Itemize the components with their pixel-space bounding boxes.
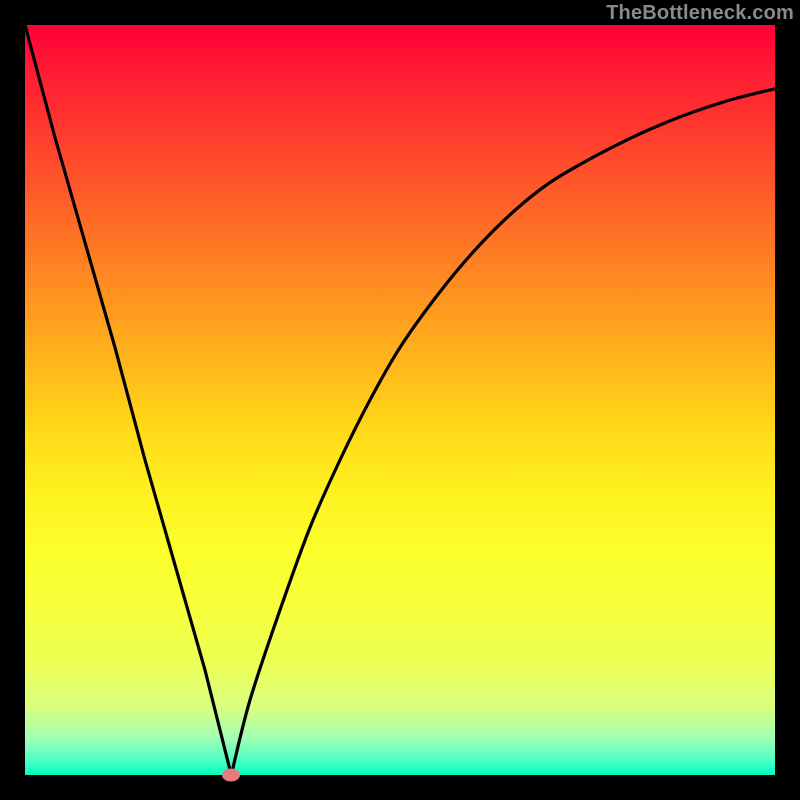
- curve-svg: [25, 25, 775, 775]
- plot-area: [25, 25, 775, 775]
- vertex-marker: [222, 769, 240, 782]
- watermark-text: TheBottleneck.com: [606, 2, 794, 25]
- left-branch-path: [25, 25, 231, 775]
- right-branch-path: [231, 89, 775, 775]
- chart-frame: TheBottleneck.com: [0, 0, 800, 800]
